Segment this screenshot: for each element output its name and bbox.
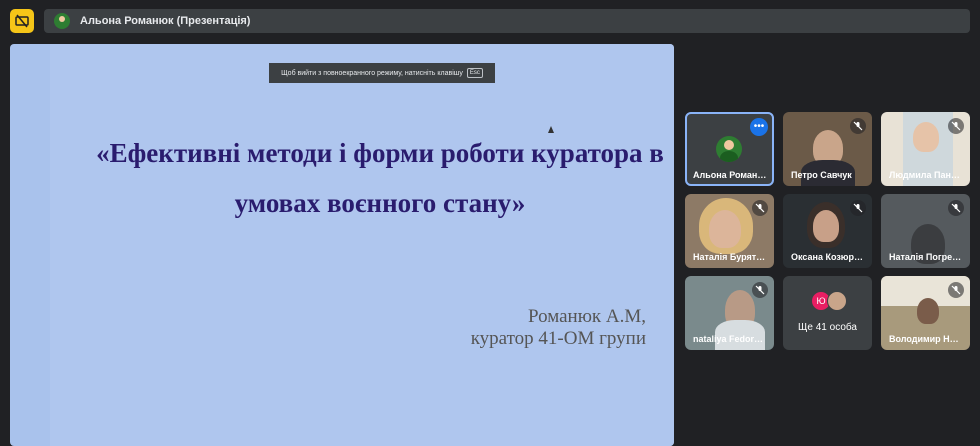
mic-off-icon — [948, 200, 964, 216]
esc-key: Esc — [466, 68, 483, 78]
presenter-title: Альона Романюк (Презентація) — [80, 15, 251, 27]
avatar — [827, 291, 847, 311]
participant-name: Наталія Погре… — [889, 252, 962, 262]
participant-name: Петро Савчук — [791, 170, 852, 180]
mic-off-icon — [850, 200, 866, 216]
participant-tile[interactable]: Петро Савчук — [783, 112, 872, 186]
mic-off-icon — [850, 118, 866, 134]
participant-tile[interactable]: Володимир Н… — [881, 276, 970, 350]
participant-face — [813, 210, 839, 242]
mic-off-icon — [752, 282, 768, 298]
avatar — [54, 13, 70, 29]
participant-name: Альона Роман… — [693, 170, 767, 180]
faint-slide-text — [540, 382, 674, 408]
author-role: куратор 41-ОМ групи — [470, 328, 646, 349]
more-options-button[interactable]: ••• — [750, 118, 768, 136]
more-participants-label: Ще 41 особа — [798, 322, 857, 333]
participant-name: Наталія Бурят… — [693, 252, 766, 262]
presenter-title-bar: Альона Романюк (Презентація) — [44, 9, 970, 33]
participant-face — [709, 210, 741, 248]
more-participants-tile[interactable]: Ю Ще 41 особа — [783, 276, 872, 350]
participant-tile[interactable]: Оксана Козюр… — [783, 194, 872, 268]
slide-title-line-2: умовах воєнного стану» — [234, 188, 526, 218]
presentation-stage[interactable]: Щоб вийти з повноекранного режиму, натис… — [10, 44, 674, 446]
participant-tile[interactable]: Наталія Бурят… — [685, 194, 774, 268]
mic-off-icon — [948, 118, 964, 134]
more-participants-avatars: Ю — [811, 291, 847, 311]
mic-off-icon — [752, 200, 768, 216]
fullscreen-exit-hint: Щоб вийти з повноекранного режиму, натис… — [269, 63, 495, 83]
esc-hint-text: Щоб вийти з повноекранного режиму, натис… — [281, 69, 463, 77]
participant-name: Володимир Н… — [889, 334, 959, 344]
top-bar: Альона Романюк (Презентація) — [0, 0, 980, 42]
participant-tile[interactable]: Людмила Пан… — [881, 112, 970, 186]
participant-tile[interactable]: nataliya Fedor… — [685, 276, 774, 350]
slide-author: Романюк А.М, куратор 41-ОМ групи — [471, 306, 646, 350]
participant-name: Оксана Козюр… — [791, 252, 863, 262]
present-off-icon — [15, 14, 29, 28]
avatar — [716, 136, 742, 162]
participant-tile[interactable]: ••• Альона Роман… — [685, 112, 774, 186]
author-name: Романюк А.М, — [527, 306, 646, 327]
mic-off-icon — [948, 282, 964, 298]
participant-video — [917, 298, 939, 324]
slide-title-line-1: «Ефективні методи і форми роботи куратор… — [96, 138, 664, 168]
participant-tile[interactable]: Наталія Погре… — [881, 194, 970, 268]
slide: Щоб вийти з повноекранного режиму, натис… — [50, 44, 674, 446]
participant-name: Людмила Пан… — [889, 170, 960, 180]
participant-name: nataliya Fedor… — [693, 334, 764, 344]
stop-presenting-button[interactable] — [10, 9, 34, 33]
participant-face — [913, 122, 939, 152]
slide-title: «Ефективні методи і форми роботи куратор… — [70, 128, 674, 228]
